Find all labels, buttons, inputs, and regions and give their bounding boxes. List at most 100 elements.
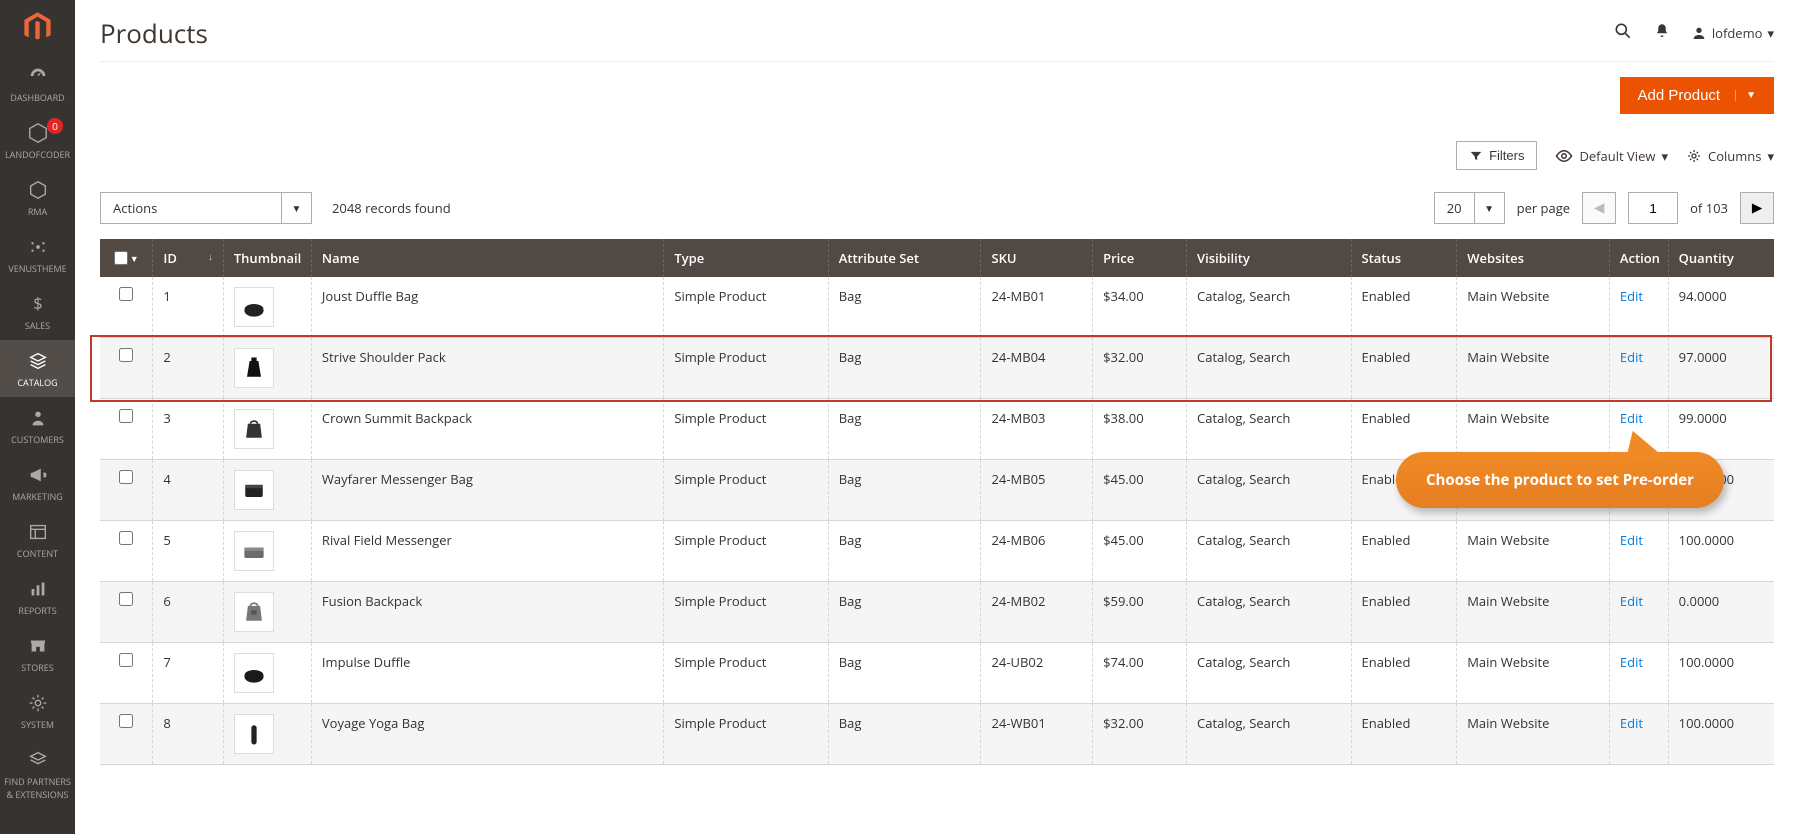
col-header-status[interactable]: Status [1351, 239, 1457, 277]
add-product-split-caret[interactable]: ▼ [1735, 90, 1756, 101]
table-row[interactable]: 7Impulse DuffleSimple ProductBag24-UB02$… [100, 643, 1774, 704]
page-number-input[interactable] [1628, 192, 1678, 224]
default-view-dropdown[interactable]: Default View ▾ [1555, 147, 1668, 165]
cell-id: 1 [153, 277, 223, 338]
edit-link[interactable]: Edit [1620, 653, 1643, 671]
row-checkbox[interactable] [119, 287, 133, 301]
callout-tooltip: Choose the product to set Pre-order [1396, 452, 1724, 508]
cell-status: Enabled [1351, 338, 1457, 399]
top-bar: Products lofdemo ▾ [100, 0, 1774, 61]
next-page-button[interactable]: ▶ [1740, 192, 1774, 224]
cell-price: $45.00 [1093, 521, 1187, 582]
col-header-thumbnail[interactable]: Thumbnail [223, 239, 311, 277]
sidebar-label: MARKETING [12, 490, 63, 503]
cell-action: Edit [1609, 277, 1668, 338]
chevron-down-icon: ▾ [1767, 24, 1774, 42]
landofcoder-icon [27, 122, 49, 144]
table-row[interactable]: 1Joust Duffle BagSimple ProductBag24-MB0… [100, 277, 1774, 338]
table-row[interactable]: 3Crown Summit BackpackSimple ProductBag2… [100, 399, 1774, 460]
sidebar-item-catalog[interactable]: CATALOG [0, 340, 75, 397]
row-checkbox[interactable] [119, 592, 133, 606]
edit-link[interactable]: Edit [1620, 714, 1643, 732]
chevron-down-icon: ▾ [1661, 147, 1668, 165]
sidebar-item-reports[interactable]: REPORTS [0, 568, 75, 625]
cell-id: 2 [153, 338, 223, 399]
select-all-checkbox[interactable] [114, 251, 128, 265]
grid-toolbar: Filters Default View ▾ Columns ▾ [100, 129, 1774, 182]
columns-label: Columns [1708, 147, 1761, 165]
sidebar-item-venustheme[interactable]: VENUSTHEME [0, 226, 75, 283]
user-dropdown[interactable]: lofdemo ▾ [1691, 24, 1774, 42]
search-icon[interactable] [1613, 21, 1633, 45]
sidebar-item-customers[interactable]: CUSTOMERS [0, 397, 75, 454]
per-page-select[interactable]: 20 ▼ [1434, 192, 1505, 224]
sidebar-item-rma[interactable]: RMA [0, 169, 75, 226]
cell-name: Impulse Duffle [311, 643, 663, 704]
sidebar-item-landofcoder[interactable]: LANDOFCODER 0 [0, 112, 75, 169]
cell-sku: 24-UB02 [981, 643, 1093, 704]
edit-link[interactable]: Edit [1620, 592, 1643, 610]
bell-icon[interactable] [1653, 22, 1671, 44]
col-header-checkbox[interactable]: ▼ [100, 239, 153, 277]
stores-icon [27, 635, 49, 657]
col-header-price[interactable]: Price [1093, 239, 1187, 277]
col-header-websites[interactable]: Websites [1457, 239, 1610, 277]
cell-action: Edit [1609, 704, 1668, 765]
prev-page-button[interactable]: ◀ [1582, 192, 1616, 224]
row-checkbox[interactable] [119, 470, 133, 484]
sidebar-item-stores[interactable]: STORES [0, 625, 75, 682]
col-header-action[interactable]: Action [1609, 239, 1668, 277]
row-checkbox[interactable] [119, 348, 133, 362]
cell-status: Enabled [1351, 704, 1457, 765]
cell-quantity: 100.0000 [1668, 704, 1774, 765]
row-checkbox[interactable] [119, 714, 133, 728]
row-checkbox[interactable] [119, 653, 133, 667]
sidebar-item-marketing[interactable]: MARKETING [0, 454, 75, 511]
sidebar-item-partners[interactable]: FIND PARTNERS & EXTENSIONS [0, 739, 75, 809]
add-product-button[interactable]: Add Product ▼ [1620, 77, 1774, 114]
cell-price: $38.00 [1093, 399, 1187, 460]
col-header-visibility[interactable]: Visibility [1187, 239, 1351, 277]
table-row[interactable]: 6Fusion BackpackSimple ProductBag24-MB02… [100, 582, 1774, 643]
row-checkbox[interactable] [119, 531, 133, 545]
sidebar-item-system[interactable]: SYSTEM [0, 682, 75, 739]
cell-name: Joust Duffle Bag [311, 277, 663, 338]
cell-attribute-set: Bag [828, 399, 981, 460]
product-thumbnail [234, 348, 274, 388]
table-row[interactable]: 5Rival Field MessengerSimple ProductBag2… [100, 521, 1774, 582]
cell-id: 7 [153, 643, 223, 704]
edit-link[interactable]: Edit [1620, 409, 1643, 427]
cell-name: Strive Shoulder Pack [311, 338, 663, 399]
col-header-attribute-set[interactable]: Attribute Set [828, 239, 981, 277]
page-title: Products [100, 15, 208, 51]
row-checkbox[interactable] [119, 409, 133, 423]
product-thumbnail [234, 531, 274, 571]
table-row[interactable]: 2Strive Shoulder PackSimple ProductBag24… [100, 338, 1774, 399]
col-header-name[interactable]: Name [311, 239, 663, 277]
filters-button[interactable]: Filters [1456, 141, 1537, 170]
table-row[interactable]: 8Voyage Yoga BagSimple ProductBag24-WB01… [100, 704, 1774, 765]
magento-logo[interactable] [0, 0, 75, 55]
edit-link[interactable]: Edit [1620, 348, 1643, 366]
columns-dropdown[interactable]: Columns ▾ [1686, 147, 1774, 165]
cell-status: Enabled [1351, 643, 1457, 704]
sidebar-label: SYSTEM [21, 718, 54, 731]
sidebar-item-sales[interactable]: $ SALES [0, 283, 75, 340]
cell-quantity: 97.0000 [1668, 338, 1774, 399]
sidebar-item-dashboard[interactable]: DASHBOARD [0, 55, 75, 112]
edit-link[interactable]: Edit [1620, 531, 1643, 549]
cell-websites: Main Website [1457, 521, 1610, 582]
edit-link[interactable]: Edit [1620, 287, 1643, 305]
cell-type: Simple Product [664, 460, 828, 521]
actions-dropdown[interactable]: Actions ▼ [100, 192, 312, 224]
cell-thumbnail [223, 338, 311, 399]
sidebar-item-content[interactable]: CONTENT [0, 511, 75, 568]
col-header-type[interactable]: Type [664, 239, 828, 277]
cell-quantity: 99.0000 [1668, 399, 1774, 460]
col-header-sku[interactable]: SKU [981, 239, 1093, 277]
col-header-id[interactable]: ID↓ [153, 239, 223, 277]
user-icon [1691, 25, 1707, 41]
cell-attribute-set: Bag [828, 704, 981, 765]
add-product-label: Add Product [1638, 87, 1721, 104]
col-header-quantity[interactable]: Quantity [1668, 239, 1774, 277]
